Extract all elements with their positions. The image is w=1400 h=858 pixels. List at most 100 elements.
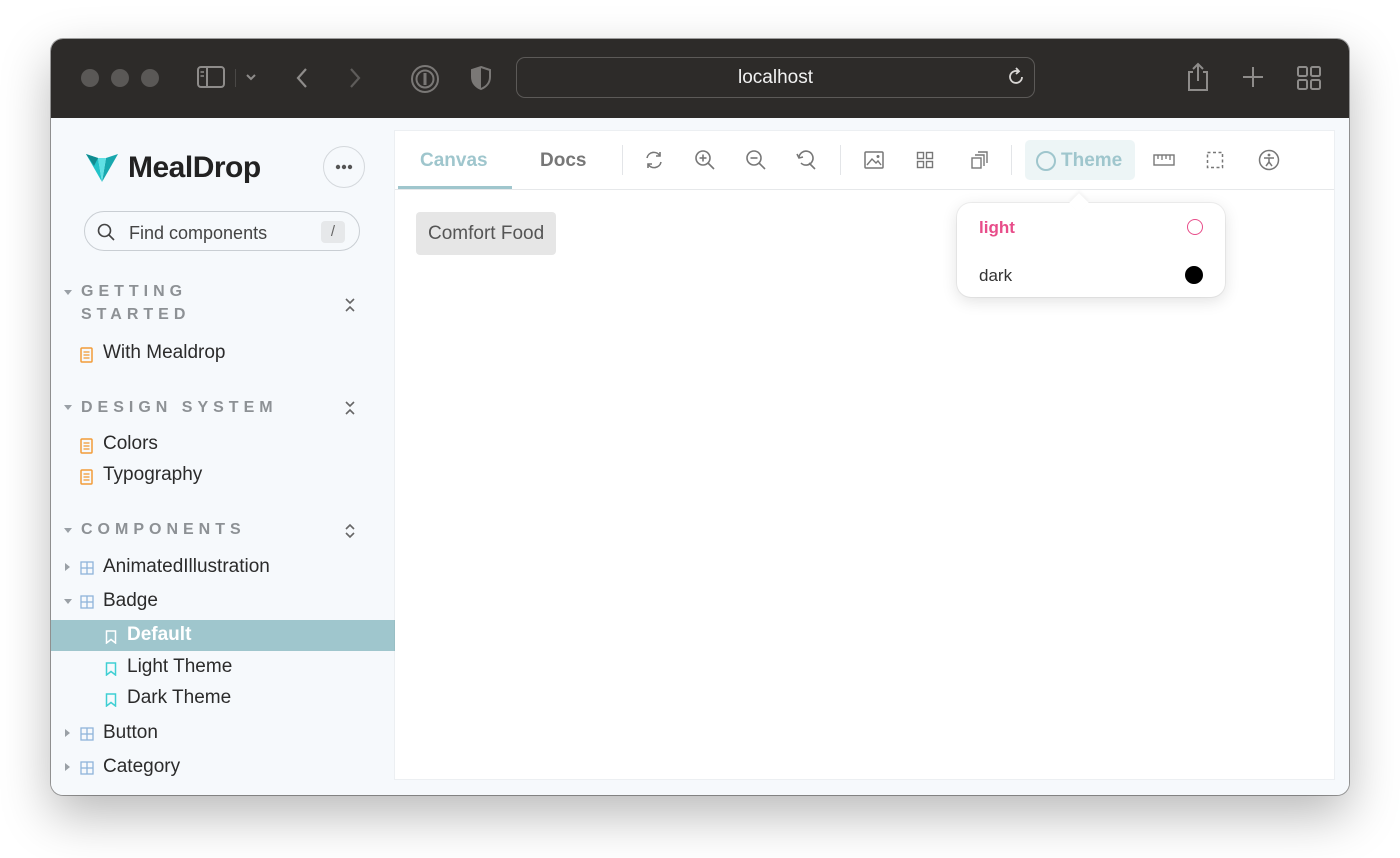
ellipsis-icon xyxy=(335,164,353,170)
sidebar-toggle-icon[interactable] xyxy=(196,65,226,89)
sidebar-item-label: Default xyxy=(127,624,192,645)
expand-all-icon[interactable] xyxy=(344,523,356,544)
search-icon xyxy=(97,223,115,246)
password-manager-icon[interactable] xyxy=(410,64,440,94)
collapse-all-icon[interactable] xyxy=(344,297,356,318)
theme-button[interactable]: Theme xyxy=(1025,140,1135,180)
bookmark-icon xyxy=(105,693,117,712)
sidebar-item-with-mealdrop[interactable]: With Mealdrop xyxy=(51,338,395,368)
preview-panel: Canvas Docs Theme Comfort Food light dar… xyxy=(395,131,1334,779)
toolbar-divider xyxy=(622,145,623,175)
remount-icon[interactable] xyxy=(643,149,665,171)
section-title-line: STARTED xyxy=(81,306,191,323)
chevron-down-icon[interactable] xyxy=(244,71,258,83)
zoom-reset-icon[interactable] xyxy=(795,149,817,171)
sidebar-story-default[interactable]: Default xyxy=(51,620,395,651)
toolbar-divider xyxy=(840,145,841,175)
expand-caret-icon xyxy=(65,729,70,737)
theme-option-label: light xyxy=(979,218,1015,237)
document-icon xyxy=(80,469,93,490)
accessibility-icon[interactable] xyxy=(1258,149,1280,171)
tab-docs[interactable]: Docs xyxy=(540,150,586,172)
sidebar-item-label: AnimatedIllustration xyxy=(103,556,270,577)
close-window-button[interactable] xyxy=(81,69,99,87)
comfort-food-badge: Comfort Food xyxy=(416,212,557,255)
share-icon[interactable] xyxy=(1184,61,1212,93)
sidebar-item-label: Colors xyxy=(103,433,158,454)
outline-icon[interactable] xyxy=(1204,149,1226,171)
sidebar-item-button[interactable]: Button xyxy=(51,718,395,748)
sidebar-item-label: Button xyxy=(103,722,158,743)
new-tab-icon[interactable] xyxy=(1241,65,1265,89)
search-shortcut-key: / xyxy=(321,221,345,243)
tab-canvas[interactable]: Canvas xyxy=(420,150,488,172)
fox-logo-icon xyxy=(86,154,118,182)
component-icon xyxy=(80,595,94,614)
sidebar-item-category[interactable]: Category xyxy=(51,752,395,782)
minimize-window-button[interactable] xyxy=(111,69,129,87)
browser-toolbar: localhost xyxy=(51,39,1349,118)
page-content: MealDrop / GETTING STARTED xyxy=(51,118,1349,795)
sidebar-story-light-theme[interactable]: Light Theme xyxy=(51,652,395,682)
sidebar-item-label: Light Theme xyxy=(127,656,233,677)
grid-icon[interactable] xyxy=(914,149,936,171)
sidebar-item-label: Dark Theme xyxy=(127,687,232,708)
back-icon[interactable] xyxy=(291,65,313,91)
sidebar-item-badge[interactable]: Badge xyxy=(51,586,395,616)
toolbar-divider xyxy=(1011,145,1012,175)
collapse-all-icon[interactable] xyxy=(344,400,356,421)
component-icon xyxy=(80,761,94,780)
sidebar-item-animatedillustration[interactable]: AnimatedIllustration xyxy=(51,552,395,582)
more-options-button[interactable] xyxy=(323,146,365,188)
logo-text: MealDrop xyxy=(128,151,261,184)
sidebar-item-label: With Mealdrop xyxy=(103,342,226,363)
forward-icon[interactable] xyxy=(344,65,366,91)
section-caret-icon[interactable] xyxy=(64,290,72,295)
measure-ruler-icon[interactable] xyxy=(1153,149,1175,171)
sidebar-item-typography[interactable]: Typography xyxy=(51,460,395,490)
address-bar[interactable]: localhost xyxy=(516,57,1035,98)
privacy-shield-icon[interactable] xyxy=(469,64,493,92)
preview-toolbar: Canvas Docs Theme xyxy=(395,131,1334,190)
zoom-window-button[interactable] xyxy=(141,69,159,87)
section-title-line: GETTING xyxy=(81,283,188,300)
theme-button-label: Theme xyxy=(1061,150,1123,171)
logo[interactable]: MealDrop xyxy=(84,151,261,185)
component-icon xyxy=(80,561,94,580)
sidebar-item-label: Typography xyxy=(103,464,203,485)
section-caret-icon[interactable] xyxy=(64,528,72,533)
theme-option-label: dark xyxy=(979,266,1013,285)
document-icon xyxy=(80,438,93,459)
active-tab-indicator xyxy=(398,186,512,189)
theme-option-dark[interactable]: dark xyxy=(957,253,1225,297)
reload-icon[interactable] xyxy=(1005,66,1027,93)
sidebar-item-colors[interactable]: Colors xyxy=(51,429,395,459)
dark-swatch-icon xyxy=(1185,266,1203,284)
collapse-caret-icon xyxy=(64,599,72,604)
search-input[interactable] xyxy=(127,221,311,245)
viewport-icon[interactable] xyxy=(968,149,990,171)
section-title-components[interactable]: COMPONENTS xyxy=(81,521,246,539)
theme-circle-icon xyxy=(1036,151,1056,171)
zoom-out-icon[interactable] xyxy=(745,149,767,171)
expand-caret-icon xyxy=(65,763,70,771)
bookmark-icon xyxy=(105,630,117,649)
theme-option-light[interactable]: light xyxy=(957,205,1225,249)
sidebar: MealDrop / GETTING STARTED xyxy=(51,118,395,795)
background-image-icon[interactable] xyxy=(863,149,885,171)
light-swatch-icon xyxy=(1187,219,1203,235)
url-text: localhost xyxy=(738,66,813,88)
toolbar-divider xyxy=(235,69,236,87)
theme-dropdown: light dark xyxy=(957,193,1225,297)
sidebar-story-dark-theme[interactable]: Dark Theme xyxy=(51,683,395,713)
section-caret-icon[interactable] xyxy=(64,405,72,410)
search-box: / xyxy=(84,211,360,251)
section-title-design-system[interactable]: DESIGN SYSTEM xyxy=(81,399,278,417)
document-icon xyxy=(80,347,93,368)
tab-overview-icon[interactable] xyxy=(1296,65,1322,91)
zoom-in-icon[interactable] xyxy=(694,149,716,171)
sidebar-item-label: Badge xyxy=(103,590,158,611)
bookmark-icon xyxy=(105,662,117,681)
section-title-getting-started[interactable]: GETTING STARTED xyxy=(81,283,190,324)
expand-caret-icon xyxy=(65,563,70,571)
